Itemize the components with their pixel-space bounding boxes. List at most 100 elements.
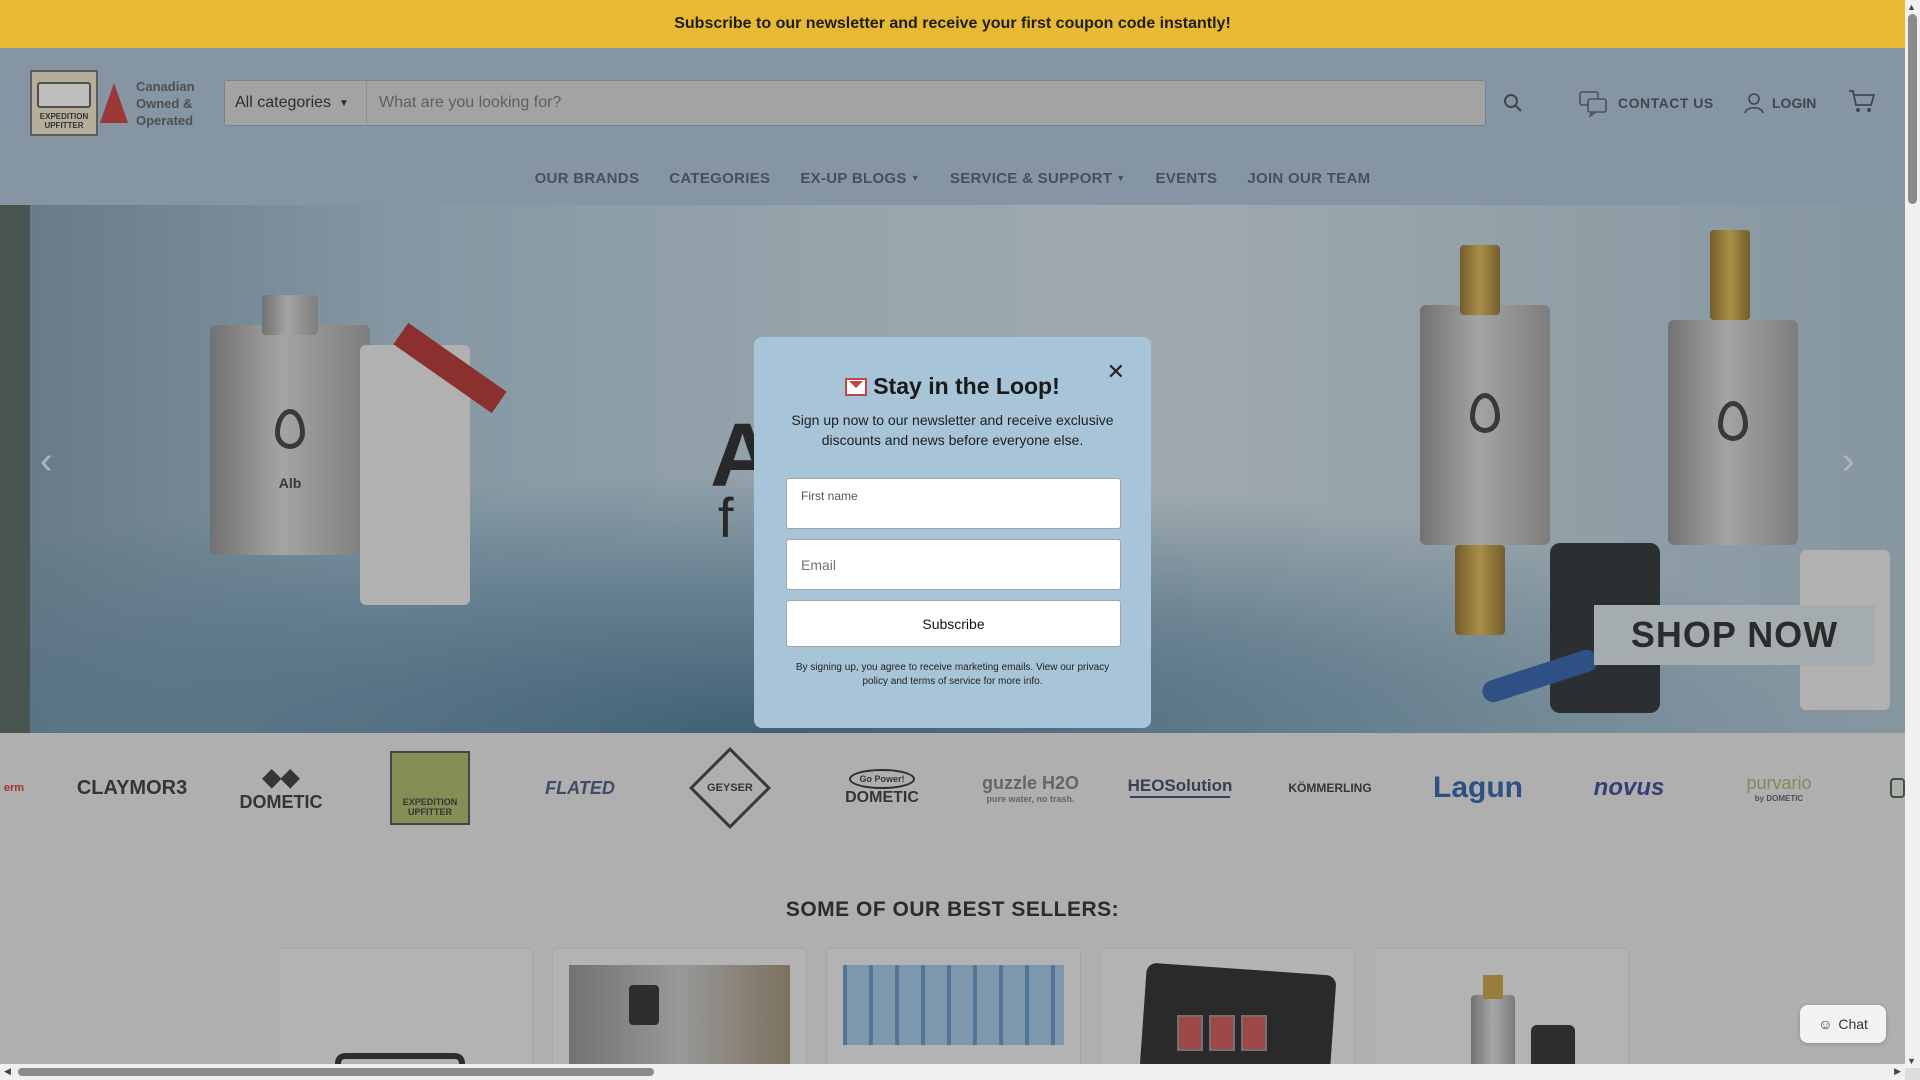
scroll-down-arrow[interactable]: ▼ bbox=[1907, 1056, 1916, 1066]
brand-logo[interactable]: guzzle H2O pure water, no trash. bbox=[978, 738, 1083, 838]
geyser-badge: GEYSER bbox=[688, 746, 772, 830]
best-sellers-heading: SOME OF OUR BEST SELLERS: bbox=[785, 898, 1120, 921]
first-name-field[interactable]: First name bbox=[786, 478, 1121, 529]
nav-item-events[interactable]: EVENTS bbox=[1156, 170, 1218, 187]
search-input[interactable] bbox=[367, 81, 1485, 125]
login-label: LOGIN bbox=[1772, 95, 1817, 111]
close-button[interactable]: ✕ bbox=[1107, 359, 1125, 385]
maple-leaf-icon bbox=[100, 83, 128, 123]
chevron-down-icon: ▼ bbox=[910, 173, 920, 183]
chat-icon: ☺ bbox=[1818, 1016, 1833, 1032]
hero-next-button[interactable]: › bbox=[1842, 440, 1855, 483]
nav-item-categories[interactable]: CATEGORIES bbox=[669, 170, 770, 187]
close-icon: ✕ bbox=[1106, 359, 1125, 384]
filter-neck-image bbox=[262, 295, 318, 335]
product-image bbox=[1391, 965, 1612, 1067]
brand-logo[interactable]: EXPEDITION UPFITTER bbox=[390, 738, 470, 838]
brand-logo[interactable]: novus bbox=[1584, 738, 1674, 838]
van-icon bbox=[37, 82, 91, 108]
brass-fitting-image bbox=[1460, 245, 1500, 315]
scrollbar-thumb[interactable] bbox=[18, 1068, 654, 1076]
water-filter-image: Alb bbox=[210, 325, 370, 555]
nav-item-label: CATEGORIES bbox=[669, 169, 771, 187]
user-icon bbox=[1744, 93, 1764, 114]
hero-prev-button[interactable]: ‹ bbox=[40, 440, 53, 483]
droplet-icon bbox=[1470, 393, 1500, 433]
hero-letter-f: f bbox=[718, 486, 734, 549]
category-select[interactable]: All categories ▼ bbox=[225, 81, 367, 125]
product-card[interactable] bbox=[1100, 948, 1355, 1068]
chevron-down-icon: ▼ bbox=[1116, 173, 1126, 183]
site-logo[interactable]: EXPEDITION UPFITTER Canadian Owned & Ope… bbox=[30, 68, 200, 138]
brand-sub: by DOMETIC bbox=[1754, 794, 1804, 803]
brand-logo[interactable]: purvario by DOMETIC bbox=[1734, 738, 1824, 838]
brand-logo[interactable]: Go Power! DOMETIC bbox=[832, 738, 932, 838]
horizontal-scrollbar[interactable]: ◀ ▶ bbox=[0, 1064, 1905, 1080]
search-bar: All categories ▼ bbox=[224, 80, 1486, 126]
brand-logo[interactable]: GEYSER bbox=[688, 738, 772, 838]
chat-label: Chat bbox=[1838, 1016, 1868, 1032]
email-field[interactable] bbox=[786, 539, 1121, 590]
logo-label: EXPEDITION UPFITTER bbox=[39, 112, 89, 130]
nav-item-ex-up-blogs[interactable]: EX-UP BLOGS ▼ bbox=[800, 170, 920, 187]
cart-button[interactable] bbox=[1848, 88, 1878, 118]
product-image bbox=[569, 965, 790, 1067]
brand-logo[interactable]: HEOSolution bbox=[1128, 776, 1232, 798]
promo-text[interactable]: Subscribe to our newsletter and receive … bbox=[674, 15, 1231, 33]
nav-item-our-brands[interactable]: OUR BRANDS bbox=[535, 170, 640, 187]
expedition-badge: EXPEDITION UPFITTER bbox=[390, 751, 470, 825]
dometic-mark-icon: ◆◆ bbox=[262, 764, 300, 791]
brand-logo[interactable]: CLAYMOR3 bbox=[77, 738, 187, 838]
nav-item-label: EX-UP BLOGS bbox=[800, 169, 907, 187]
nav-item-join-our-team[interactable]: JOIN OUR TEAM bbox=[1247, 170, 1370, 187]
brand-name: DOMETIC bbox=[239, 792, 323, 812]
scrollbar-thumb[interactable] bbox=[1908, 14, 1917, 204]
product-card[interactable] bbox=[1374, 948, 1629, 1068]
scroll-up-arrow[interactable]: ▲ bbox=[1907, 2, 1916, 12]
subscribe-button[interactable]: Subscribe bbox=[786, 600, 1121, 647]
nav-item-label: JOIN OUR TEAM bbox=[1247, 169, 1371, 187]
promo-bar[interactable]: Subscribe to our newsletter and receive … bbox=[0, 0, 1905, 48]
contact-us-link[interactable]: CONTACT US bbox=[1578, 86, 1714, 120]
email-input[interactable] bbox=[801, 540, 1101, 589]
modal-title: Stay in the Loop! bbox=[786, 373, 1119, 400]
brand-sub: pure water, no trash. bbox=[986, 793, 1075, 804]
contact-us-label: CONTACT US bbox=[1618, 95, 1714, 111]
shop-now-button[interactable]: SHOP NOW bbox=[1594, 605, 1875, 665]
main-nav: OUR BRANDS CATEGORIES EX-UP BLOGS ▼ SERVI… bbox=[0, 158, 1905, 198]
nav-item-label: SERVICE & SUPPORT bbox=[949, 169, 1113, 187]
brand-name: purvario bbox=[1746, 773, 1812, 793]
water-filter-image bbox=[1420, 305, 1550, 545]
brass-fitting-image bbox=[1455, 545, 1505, 635]
login-link[interactable]: LOGIN bbox=[1744, 86, 1816, 120]
brand-logo-partial[interactable] bbox=[1890, 738, 1905, 838]
brand-logo[interactable]: ◆◆ DOMETIC bbox=[236, 738, 326, 838]
nav-item-label: OUR BRANDS bbox=[534, 169, 640, 187]
product-image bbox=[843, 965, 1064, 1045]
brand-logo[interactable]: erm bbox=[0, 738, 28, 838]
water-filter-image bbox=[1668, 320, 1798, 545]
vertical-scrollbar[interactable]: ▲ ▼ bbox=[1905, 0, 1920, 1068]
search-button[interactable] bbox=[1496, 86, 1530, 120]
chat-button[interactable]: ☺ Chat bbox=[1800, 1005, 1886, 1043]
chat-bubbles-icon bbox=[1579, 91, 1607, 117]
scroll-left-arrow[interactable]: ◀ bbox=[4, 1066, 11, 1077]
product-image bbox=[295, 965, 516, 1067]
brand-logo[interactable]: FLATED bbox=[532, 738, 628, 838]
newsletter-modal: ✕ Stay in the Loop! Sign up now to our n… bbox=[754, 337, 1151, 728]
product-card[interactable] bbox=[826, 948, 1081, 1068]
chevron-down-icon: ▼ bbox=[339, 97, 349, 109]
search-icon bbox=[1504, 94, 1522, 112]
nav-item-label: EVENTS bbox=[1155, 169, 1218, 187]
first-name-input[interactable] bbox=[801, 489, 1101, 527]
nav-item-service-support[interactable]: SERVICE & SUPPORT ▼ bbox=[950, 170, 1126, 187]
brand-logo[interactable]: Lagun bbox=[1428, 738, 1528, 838]
filter-brand-text: Alb bbox=[278, 475, 302, 491]
product-card[interactable] bbox=[278, 948, 533, 1068]
product-card[interactable] bbox=[552, 948, 807, 1068]
droplet-icon bbox=[275, 408, 305, 449]
brass-fitting-image bbox=[1710, 230, 1750, 320]
brand-name: guzzle H2O bbox=[981, 772, 1079, 793]
scroll-right-arrow[interactable]: ▶ bbox=[1894, 1066, 1901, 1077]
brand-logo[interactable]: KÖMMERLING bbox=[1282, 738, 1378, 838]
